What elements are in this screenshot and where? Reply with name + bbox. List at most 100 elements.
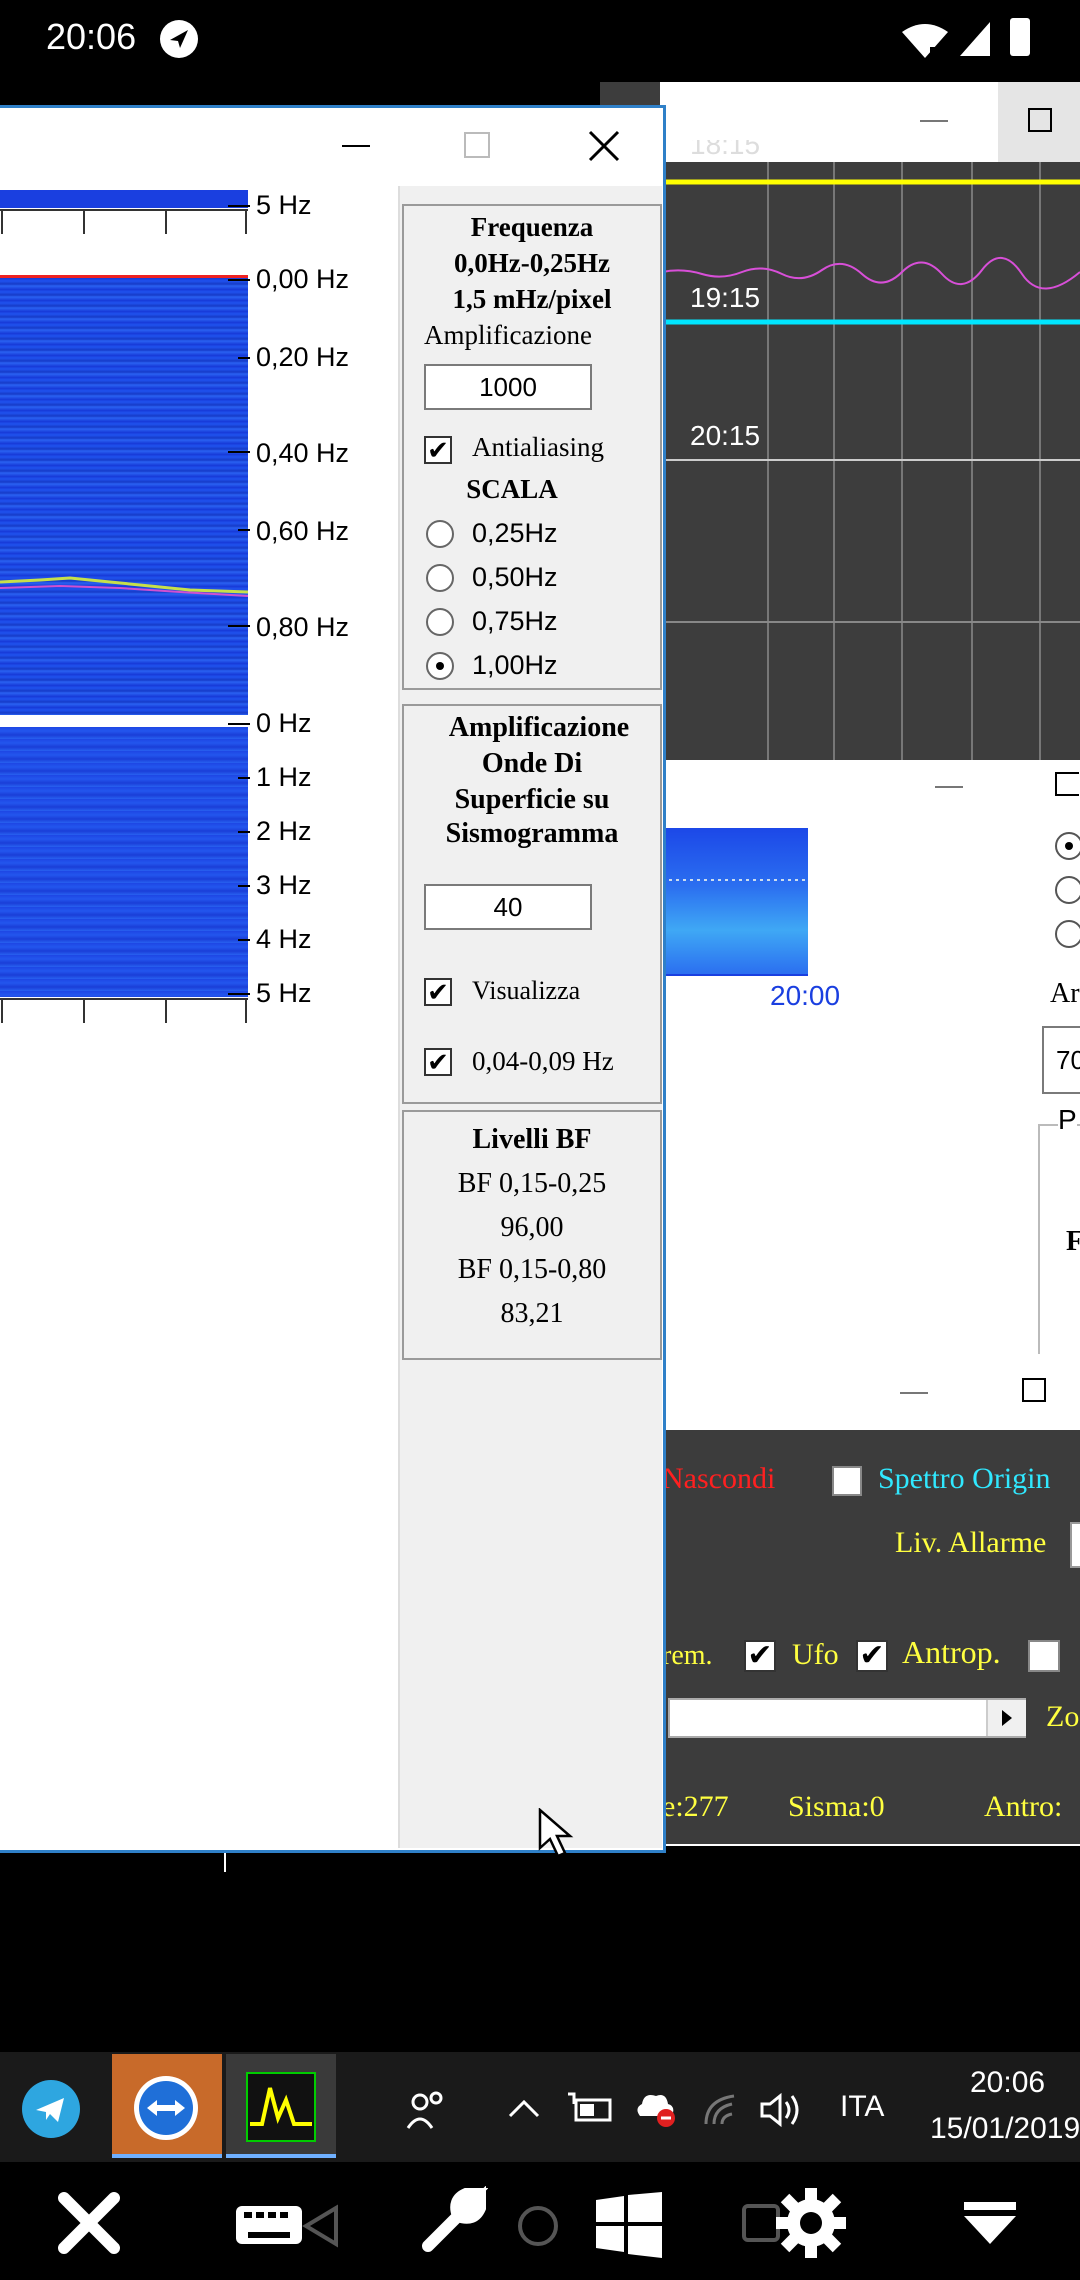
windows-taskbar: ITA 20:06 15/01/2019 [0,2052,1080,2162]
maximize-icon[interactable] [1055,772,1079,796]
radio-option[interactable] [1055,832,1080,860]
orig-spectrum-checkbox[interactable] [832,1466,862,1496]
analyzer-titlebar [0,108,660,184]
minimize-icon[interactable] [920,120,948,122]
telegram-app-icon[interactable] [22,2080,80,2138]
amp-label: Amplificazione [424,320,592,350]
input-language[interactable]: ITA [840,2090,884,2124]
visualizza-checkbox[interactable]: ✔ [424,978,452,1006]
spectro-thumb-trace [662,879,808,881]
freq-axis-label: 0,80 Hz [256,612,350,642]
spectrogram-trace [0,576,248,597]
maximize-icon[interactable] [464,132,490,158]
bf1-value: 96,00 [500,1212,564,1243]
windows-key-icon[interactable] [594,2192,664,2263]
extra-checkbox[interactable] [1028,1640,1060,1672]
maximize-icon [1028,108,1052,132]
scale-radio-025[interactable] [426,520,454,548]
bottom-axis [0,998,248,1023]
taskbar-date[interactable]: 15/01/2019 [930,2112,1080,2146]
full-spectrogram [0,727,248,997]
people-icon[interactable] [404,2088,448,2137]
control-window-titlebar [660,1354,1080,1430]
chevron-up-icon[interactable] [506,2096,542,2125]
band-checkbox[interactable]: ✔ [424,1048,452,1076]
antialiasing-checkbox[interactable]: ✔ [424,436,452,464]
minimize-icon[interactable] [342,145,370,147]
settings-gear-icon[interactable] [774,2186,848,2265]
freq-axis-label: 5 Hz [256,978,312,1008]
scale-radio-100[interactable] [426,652,454,680]
freq-axis-label: 4 Hz [256,924,312,954]
antrop-label: Antrop. [902,1634,1001,1670]
freq-panel-title: Frequenza [470,212,594,242]
antialiasing-label: Antialiasing [472,432,604,462]
freq-axis-label: 2 Hz [256,816,312,846]
seismo-partial-time: 18:15 [690,140,761,158]
spectro-time-label: 20:00 [770,980,841,1011]
spectro-input[interactable]: 70 [1042,1026,1080,1094]
spectro-group-label: P [1058,1104,1077,1136]
close-icon[interactable] [584,126,624,166]
minimize-icon[interactable] [935,786,963,788]
remote-control-bar [0,2162,1080,2280]
bf2-value: 83,21 [500,1298,564,1329]
count-label: e:277 [662,1790,729,1823]
close-session-icon[interactable] [54,2188,124,2263]
radio-option[interactable] [1055,876,1080,904]
low-freq-spectrogram [0,275,248,715]
spectrogram-gap [0,715,248,727]
freq-axis-label: 0,20 Hz [256,342,350,372]
taskbar-time[interactable]: 20:06 [970,2066,1045,2100]
wrench-icon[interactable] [414,2185,489,2265]
hide-label: Nascondi [662,1462,776,1495]
spectro-partial-label: F [1066,1226,1080,1257]
speaker-icon[interactable] [758,2090,806,2135]
scale-option-label: 0,50Hz [472,562,558,592]
scale-radio-075[interactable] [426,608,454,636]
ufo-checkbox[interactable]: ✔ [744,1640,776,1672]
surface-amp-input[interactable]: 40 [424,884,592,930]
back-icon[interactable] [300,2204,340,2253]
radio-option[interactable] [1055,920,1080,948]
minimize-icon[interactable] [900,1392,928,1394]
seismo-time-label: 19:15 [690,282,761,313]
scale-option-label: 0,25Hz [472,518,558,548]
freq-axis-label: 0 Hz [256,708,312,738]
scroll-right-button[interactable] [986,1700,1026,1736]
freq-axis-label: 0,00 Hz [256,264,350,294]
surface-title-line: Sismogramma [445,818,619,849]
ufo-label: Ufo [792,1638,839,1671]
scale-option-label: 0,75Hz [472,606,558,636]
collapse-menu-icon[interactable] [960,2198,1020,2253]
amp-input[interactable]: 1000 [424,364,592,410]
alarm-level-label: Liv. Allarme [895,1526,1047,1559]
navigation-icon [160,20,198,58]
visualizza-label: Visualizza [472,976,581,1005]
bf2-label: BF 0,15-0,80 [457,1254,607,1285]
spectrogram-thumbnail [662,828,808,974]
scale-title: SCALA [466,474,558,504]
spectro-partial-label: Ar [1050,978,1080,1009]
wifi-icon [900,22,950,63]
freq-axis-label: 0,60 Hz [256,516,350,546]
battery-tray-icon[interactable] [566,2090,614,2131]
cloud-error-icon[interactable] [632,2088,678,2133]
top-strip-axis [0,209,248,234]
seismograph-app-icon[interactable] [226,2054,336,2158]
teamviewer-app-icon[interactable] [112,2054,222,2158]
battery-icon [1010,18,1030,56]
bf1-label: BF 0,15-0,25 [457,1168,607,1199]
home-icon[interactable] [518,2206,558,2246]
alarm-level-input[interactable] [1070,1522,1080,1568]
freq-axis-label: 5 Hz [256,190,312,220]
surface-title-line: Onde Di [481,748,583,779]
zoom-scrollbar[interactable] [668,1698,1026,1738]
keyboard-icon[interactable] [234,2198,304,2253]
maximize-icon[interactable] [1022,1378,1046,1402]
antrop-checkbox[interactable]: ✔ [856,1640,888,1672]
scale-radio-050[interactable] [426,564,454,592]
maximize-button[interactable] [998,82,1080,162]
signal-icon [958,20,992,63]
wifi-tray-icon[interactable] [702,2092,742,2133]
